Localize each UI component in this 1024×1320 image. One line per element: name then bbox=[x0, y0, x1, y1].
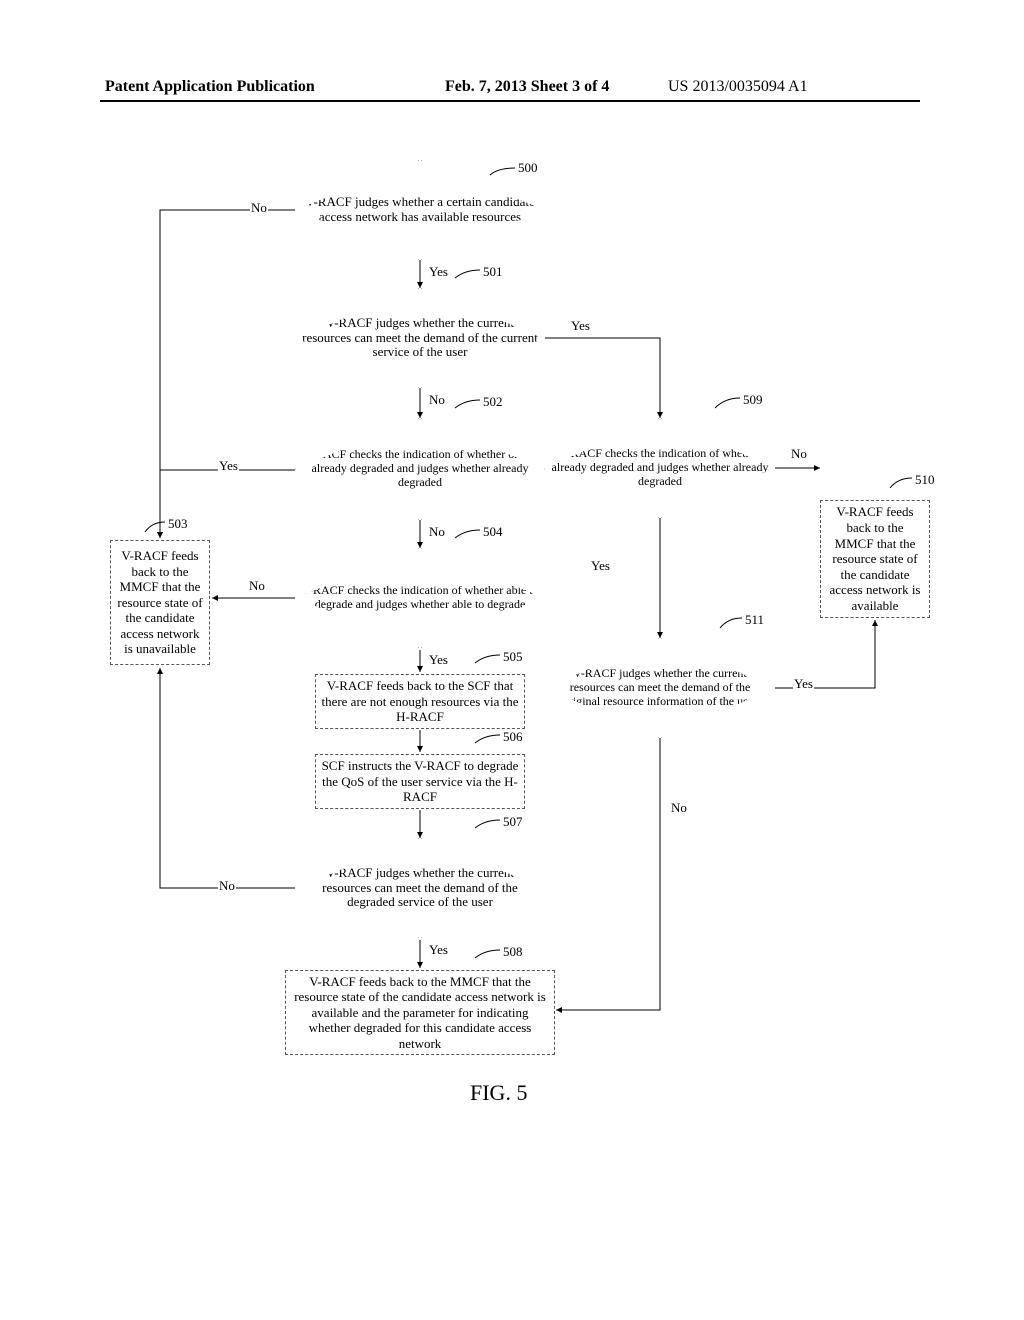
decision-504-text: V-RACF checks the indication of whether … bbox=[300, 584, 540, 612]
header-center: Feb. 7, 2013 Sheet 3 of 4 bbox=[445, 78, 609, 96]
edge-502-yes: Yes bbox=[218, 458, 239, 474]
box-506-text: SCF instructs the V-RACF to degrade the … bbox=[321, 758, 519, 805]
edge-501-no: No bbox=[428, 392, 446, 408]
ref-500: 500 bbox=[518, 160, 538, 176]
box-503-text: V-RACF feeds back to the MMCF that the r… bbox=[116, 548, 204, 657]
decision-509-text: V-RACF checks the indication of whether … bbox=[550, 447, 770, 488]
edge-507-yes: Yes bbox=[428, 942, 449, 958]
ref-501: 501 bbox=[483, 264, 503, 280]
box-506: SCF instructs the V-RACF to degrade the … bbox=[315, 754, 525, 809]
ref-502: 502 bbox=[483, 394, 503, 410]
ref-504: 504 bbox=[483, 524, 503, 540]
decision-504: V-RACF checks the indication of whether … bbox=[295, 548, 545, 648]
edge-507-no: No bbox=[218, 878, 236, 894]
edge-511-yes: Yes bbox=[793, 676, 814, 692]
decision-501: V-RACF judges whether the current resour… bbox=[295, 288, 545, 388]
decision-501-text: V-RACF judges whether the current resour… bbox=[300, 316, 540, 361]
edge-511-no: No bbox=[670, 800, 688, 816]
edge-509-no: No bbox=[790, 446, 808, 462]
ref-510: 510 bbox=[915, 472, 935, 488]
decision-507-text: V-RACF judges whether the current resour… bbox=[300, 866, 540, 911]
ref-509: 509 bbox=[743, 392, 763, 408]
flowchart: V-RACF judges whether a certain candidat… bbox=[100, 160, 920, 1160]
box-505-text: V-RACF feeds back to the SCF that there … bbox=[321, 678, 519, 725]
box-510-text: V-RACF feeds back to the MMCF that the r… bbox=[826, 504, 924, 613]
edge-504-yes: Yes bbox=[428, 652, 449, 668]
decision-511-text: V-RACF judges whether the current resour… bbox=[550, 667, 770, 708]
ref-505: 505 bbox=[503, 649, 523, 665]
box-508-text: V-RACF feeds back to the MMCF that the r… bbox=[291, 974, 549, 1052]
edge-504-no: No bbox=[248, 578, 266, 594]
ref-507: 507 bbox=[503, 814, 523, 830]
decision-500: V-RACF judges whether a certain candidat… bbox=[295, 160, 545, 260]
decision-500-text: V-RACF judges whether a certain candidat… bbox=[300, 195, 540, 225]
ref-508: 508 bbox=[503, 944, 523, 960]
edge-502-no: No bbox=[428, 524, 446, 540]
decision-502: V-RACF checks the indication of whether … bbox=[295, 418, 545, 520]
header-rule bbox=[100, 100, 920, 102]
box-510: V-RACF feeds back to the MMCF that the r… bbox=[820, 500, 930, 618]
decision-509: V-RACF checks the indication of whether … bbox=[545, 418, 775, 518]
edge-500-yes: Yes bbox=[428, 264, 449, 280]
decision-502-text: V-RACF checks the indication of whether … bbox=[300, 448, 540, 489]
edge-500-no: No bbox=[250, 200, 268, 216]
header-left: Patent Application Publication bbox=[105, 78, 315, 96]
box-503: V-RACF feeds back to the MMCF that the r… bbox=[110, 540, 210, 665]
decision-507: V-RACF judges whether the current resour… bbox=[295, 838, 545, 938]
ref-506: 506 bbox=[503, 729, 523, 745]
edge-501-yes: Yes bbox=[570, 318, 591, 334]
box-508: V-RACF feeds back to the MMCF that the r… bbox=[285, 970, 555, 1055]
ref-511: 511 bbox=[745, 612, 764, 628]
figure-caption: FIG. 5 bbox=[470, 1080, 527, 1106]
decision-511: V-RACF judges whether the current resour… bbox=[545, 638, 775, 738]
header-right: US 2013/0035094 A1 bbox=[668, 78, 808, 96]
edge-509-yes: Yes bbox=[590, 558, 611, 574]
box-505: V-RACF feeds back to the SCF that there … bbox=[315, 674, 525, 729]
ref-503: 503 bbox=[168, 516, 188, 532]
